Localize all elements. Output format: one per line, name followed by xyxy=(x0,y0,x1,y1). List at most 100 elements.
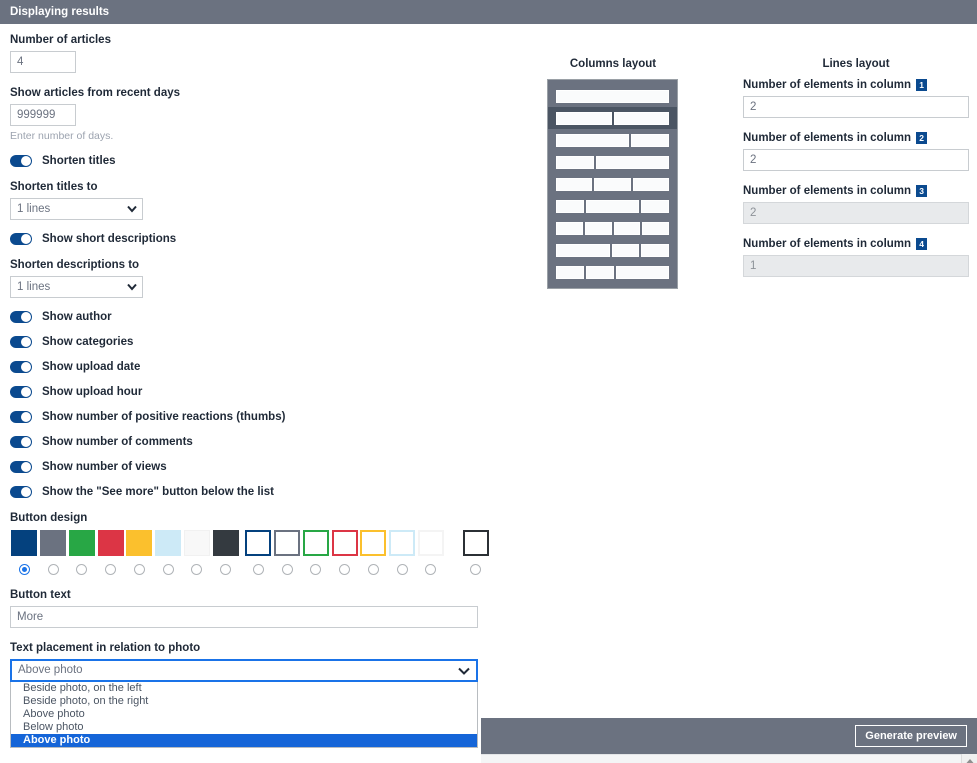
color-swatch[interactable] xyxy=(40,530,67,556)
layout-option-row[interactable] xyxy=(548,239,677,261)
color-swatch[interactable] xyxy=(11,530,38,556)
layout-option-row[interactable] xyxy=(548,129,677,151)
layout-option-row[interactable] xyxy=(548,195,677,217)
display-toggle[interactable] xyxy=(10,461,32,473)
button-design-radio[interactable] xyxy=(252,564,264,575)
display-toggle[interactable] xyxy=(10,311,32,323)
layout-option-row[interactable] xyxy=(548,151,677,173)
button-design-radio[interactable] xyxy=(470,564,482,575)
lines-layout-fields: Number of elements in column1Number of e… xyxy=(743,79,969,277)
dropdown-option[interactable]: Below photo xyxy=(11,721,477,734)
display-toggle[interactable] xyxy=(10,411,32,423)
display-toggle-row[interactable]: Show upload hour xyxy=(10,386,490,398)
text-placement-select[interactable]: Above photo xyxy=(10,659,478,682)
column-elements-input[interactable] xyxy=(743,96,969,118)
button-design-radio[interactable] xyxy=(339,564,351,575)
button-design-radio[interactable] xyxy=(18,564,30,575)
generate-preview-button[interactable]: Generate preview xyxy=(855,725,967,747)
button-design-option[interactable] xyxy=(10,530,39,575)
button-design-option[interactable] xyxy=(244,530,273,575)
button-design-option[interactable] xyxy=(388,530,417,575)
color-swatch[interactable] xyxy=(331,530,358,556)
button-design-option[interactable] xyxy=(330,530,359,575)
display-toggle[interactable] xyxy=(10,361,32,373)
display-toggle-row[interactable]: Show number of comments xyxy=(10,436,490,448)
button-design-radio[interactable] xyxy=(47,564,59,575)
text-placement-dropdown-list[interactable]: Beside photo, on the left Beside photo, o… xyxy=(10,682,478,748)
color-swatch[interactable] xyxy=(212,530,239,556)
display-toggle-label: Show upload hour xyxy=(42,386,143,398)
button-design-option[interactable] xyxy=(211,530,240,575)
color-swatch[interactable] xyxy=(126,530,153,556)
display-toggle-row[interactable]: Show author xyxy=(10,311,490,323)
button-design-radio[interactable] xyxy=(191,564,203,575)
color-swatch[interactable] xyxy=(389,530,416,556)
button-design-option[interactable] xyxy=(183,530,212,575)
button-design-radio[interactable] xyxy=(133,564,145,575)
color-swatch[interactable] xyxy=(302,530,329,556)
dropdown-option[interactable]: Beside photo, on the left xyxy=(11,682,477,695)
layout-segment xyxy=(642,221,669,235)
number-of-articles-input[interactable] xyxy=(10,51,76,73)
layout-option-row[interactable] xyxy=(548,261,677,283)
recent-days-input[interactable] xyxy=(10,104,76,126)
scroll-up-arrow-icon[interactable] xyxy=(962,754,977,763)
button-design-option[interactable] xyxy=(417,530,446,575)
display-toggle-row[interactable]: Show number of positive reactions (thumb… xyxy=(10,411,490,423)
show-short-descriptions-toggle-row[interactable]: Show short descriptions xyxy=(10,233,490,245)
color-swatch[interactable] xyxy=(68,530,95,556)
display-toggle[interactable] xyxy=(10,436,32,448)
display-toggle-row[interactable]: Show upload date xyxy=(10,361,490,373)
layout-option-row[interactable] xyxy=(548,217,677,239)
dropdown-option[interactable]: Beside photo, on the right xyxy=(11,695,477,708)
button-design-option[interactable] xyxy=(461,530,490,575)
color-swatch[interactable] xyxy=(417,530,444,556)
color-swatch[interactable] xyxy=(245,530,272,556)
button-design-option[interactable] xyxy=(302,530,331,575)
button-design-radio[interactable] xyxy=(220,564,232,575)
button-design-option[interactable] xyxy=(125,530,154,575)
button-text-input[interactable] xyxy=(10,606,478,628)
color-swatch[interactable] xyxy=(360,530,387,556)
button-design-option[interactable] xyxy=(154,530,183,575)
button-design-radio[interactable] xyxy=(310,564,322,575)
display-toggle-row[interactable]: Show the "See more" button below the lis… xyxy=(10,486,490,498)
button-design-radio[interactable] xyxy=(76,564,88,575)
color-swatch[interactable] xyxy=(274,530,301,556)
button-design-option[interactable] xyxy=(359,530,388,575)
column-elements-input[interactable] xyxy=(743,149,969,171)
layout-option-row[interactable] xyxy=(548,107,677,129)
button-design-option[interactable] xyxy=(68,530,97,575)
columns-layout-picker[interactable] xyxy=(547,79,678,289)
shorten-descriptions-to-select[interactable]: 1 lines xyxy=(10,276,143,298)
button-design-radio[interactable] xyxy=(367,564,379,575)
display-toggle-row[interactable]: Show categories xyxy=(10,336,490,348)
button-design-radio[interactable] xyxy=(105,564,117,575)
shorten-titles-toggle-row[interactable]: Shorten titles xyxy=(10,155,490,167)
display-toggle-label: Show upload date xyxy=(42,361,141,373)
shorten-titles-toggle[interactable] xyxy=(10,155,32,167)
button-design-radio[interactable] xyxy=(162,564,174,575)
layout-option-row[interactable] xyxy=(548,173,677,195)
color-swatch[interactable] xyxy=(155,530,182,556)
display-toggle[interactable] xyxy=(10,486,32,498)
layout-option-row[interactable] xyxy=(548,85,677,107)
dropdown-option[interactable]: Above photo xyxy=(11,708,477,721)
show-short-descriptions-toggle[interactable] xyxy=(10,233,32,245)
shorten-titles-to-select[interactable]: 1 lines xyxy=(10,198,143,220)
button-design-option[interactable] xyxy=(273,530,302,575)
button-design-radio[interactable] xyxy=(281,564,293,575)
button-design-radio[interactable] xyxy=(425,564,437,575)
dropdown-option[interactable]: Above photo xyxy=(11,734,477,747)
button-design-option[interactable] xyxy=(96,530,125,575)
display-toggle[interactable] xyxy=(10,386,32,398)
display-toggle-row[interactable]: Show number of views xyxy=(10,461,490,473)
color-swatch[interactable] xyxy=(97,530,124,556)
color-swatch[interactable] xyxy=(462,530,489,556)
preview-scrollbar[interactable] xyxy=(961,754,977,763)
button-design-option[interactable] xyxy=(39,530,68,575)
column-elements-label-text: Number of elements in column xyxy=(743,132,912,144)
display-toggle[interactable] xyxy=(10,336,32,348)
color-swatch[interactable] xyxy=(183,530,210,556)
button-design-radio[interactable] xyxy=(396,564,408,575)
